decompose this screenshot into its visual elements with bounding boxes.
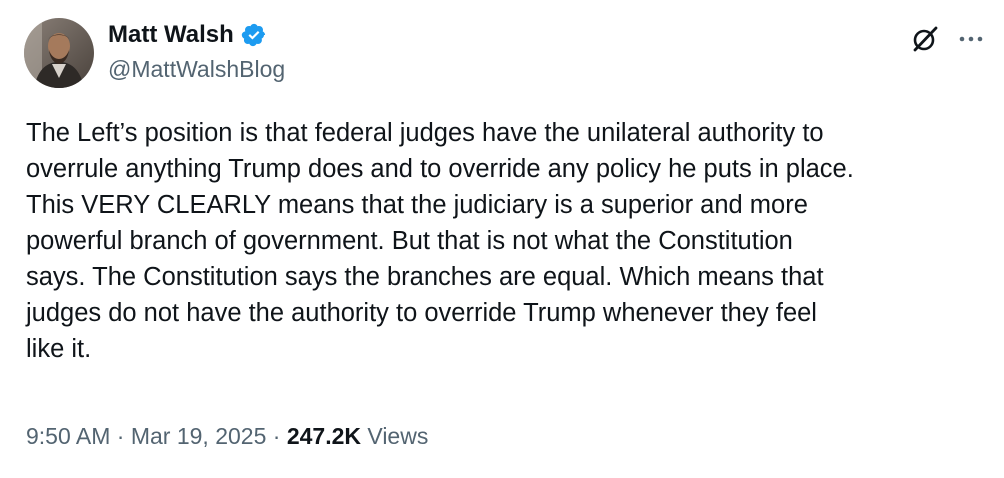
tweet-text-line: judges do not have the authority to over… xyxy=(26,299,817,327)
tweet-text-line: says. The Constitution says the branches… xyxy=(26,263,824,291)
avatar[interactable] xyxy=(24,18,94,88)
avatar-image xyxy=(24,18,94,88)
author-handle[interactable]: @MattWalshBlog xyxy=(108,54,285,84)
verified-badge-icon[interactable] xyxy=(241,22,267,48)
meta-separator: · xyxy=(110,423,131,449)
tweet-time[interactable]: 9:50 AM xyxy=(26,423,110,449)
views-count[interactable]: 247.2K xyxy=(287,423,361,449)
meta-separator: · xyxy=(266,423,287,449)
tweet-meta: 9:50 AM · Mar 19, 2025 · 247.2K Views xyxy=(26,420,428,452)
more-horizontal-icon[interactable] xyxy=(956,24,986,54)
author-display-name[interactable]: Matt Walsh xyxy=(108,19,267,51)
tweet-text-line: like it. xyxy=(26,335,92,363)
tweet-text-line: The Left’s position is that federal judg… xyxy=(26,119,824,147)
tweet-text: The Left’s position is that federal judg… xyxy=(26,115,986,367)
tweet-text-line: overrule anything Trump does and to over… xyxy=(26,155,854,183)
author-name-text[interactable]: Matt Walsh xyxy=(108,19,234,51)
views-label: Views xyxy=(361,423,429,449)
grok-icon[interactable] xyxy=(910,24,940,54)
tweet-date[interactable]: Mar 19, 2025 xyxy=(131,423,267,449)
tweet-text-line: powerful branch of government. But that … xyxy=(26,227,793,255)
tweet-text-line: This VERY CLEARLY means that the judicia… xyxy=(26,191,808,219)
